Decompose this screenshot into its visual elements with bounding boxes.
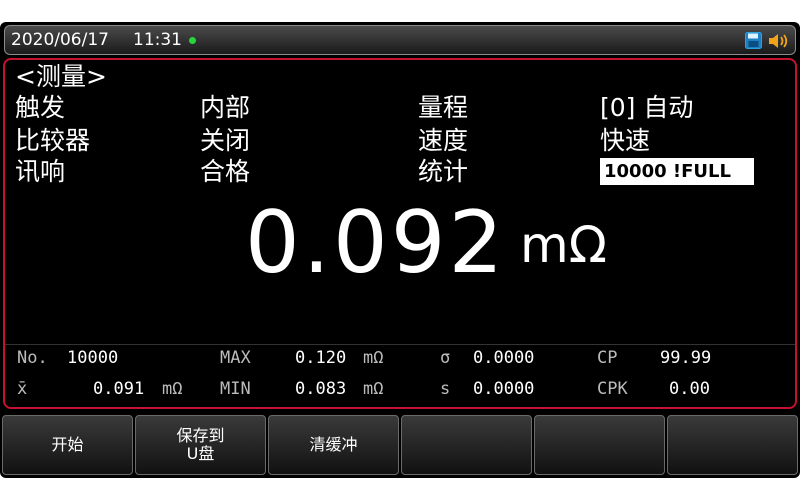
stat-max-unit: mΩ <box>363 348 384 368</box>
softkey-4[interactable] <box>401 415 532 475</box>
stats-divider <box>5 344 795 345</box>
softkey-5[interactable] <box>534 415 665 475</box>
stat-max-label: MAX <box>220 348 251 368</box>
stat-sigma-value: 0.0000 <box>473 348 535 368</box>
softkey-bar: 开始 保存到 U盘 清缓冲 <box>2 415 798 475</box>
softkey-save-to-usb[interactable]: 保存到 U盘 <box>135 415 266 475</box>
page-title: <测量> <box>15 62 107 91</box>
stat-s-value: 0.0000 <box>473 379 535 399</box>
measurement-panel: <测量> 触发 内部 量程 [0] 自动 比较器 关闭 速度 快速 讯响 合格 … <box>3 58 797 409</box>
comparator-value[interactable]: 关闭 <box>200 126 250 156</box>
stat-min-label: MIN <box>220 379 251 399</box>
softkey-clear-buffer[interactable]: 清缓冲 <box>268 415 399 475</box>
beep-label: 讯响 <box>15 157 66 186</box>
softkey-start[interactable]: 开始 <box>2 415 133 475</box>
status-indicator-dot <box>189 37 196 44</box>
stat-cpk-value: 0.00 <box>669 379 710 399</box>
stat-cp-label: CP <box>597 348 618 368</box>
speed-label: 速度 <box>418 126 469 155</box>
stat-min-value: 0.083 <box>295 379 347 399</box>
stat-max-value: 0.120 <box>295 348 347 368</box>
stat-min-unit: mΩ <box>363 379 384 399</box>
stat-s-label: s <box>440 379 451 399</box>
stat-mean-label: x̄ <box>17 379 28 399</box>
stats-label: 统计 <box>418 157 469 186</box>
beep-value[interactable]: 合格 <box>200 157 250 187</box>
stat-mean-value: 0.091 <box>93 379 145 399</box>
save-disk-icon[interactable] <box>745 32 762 49</box>
beep-speaker-icon[interactable] <box>767 32 791 50</box>
measurement-reading: 0.092 <box>245 193 507 293</box>
status-time: 11:31 <box>133 30 182 50</box>
measurement-unit: mΩ <box>520 216 607 274</box>
stat-no-value: 10000 <box>67 348 119 368</box>
speed-value[interactable]: 快速 <box>600 126 650 156</box>
range-value[interactable]: [0] 自动 <box>600 93 693 123</box>
trigger-value[interactable]: 内部 <box>200 93 250 123</box>
stats-value-field[interactable]: 10000 !FULL <box>600 158 754 185</box>
comparator-label: 比较器 <box>15 126 91 155</box>
range-label: 量程 <box>418 93 469 122</box>
softkey-6[interactable] <box>667 415 798 475</box>
status-date: 2020/06/17 <box>11 30 109 50</box>
stat-sigma-label: σ <box>440 348 451 368</box>
stat-cpk-label: CPK <box>597 379 628 399</box>
stat-cp-value: 99.99 <box>660 348 712 368</box>
stat-mean-unit: mΩ <box>162 379 183 399</box>
stat-no-label: No. <box>17 348 48 368</box>
status-bar: 2020/06/17 11:31 <box>4 25 796 55</box>
trigger-label: 触发 <box>15 93 66 122</box>
